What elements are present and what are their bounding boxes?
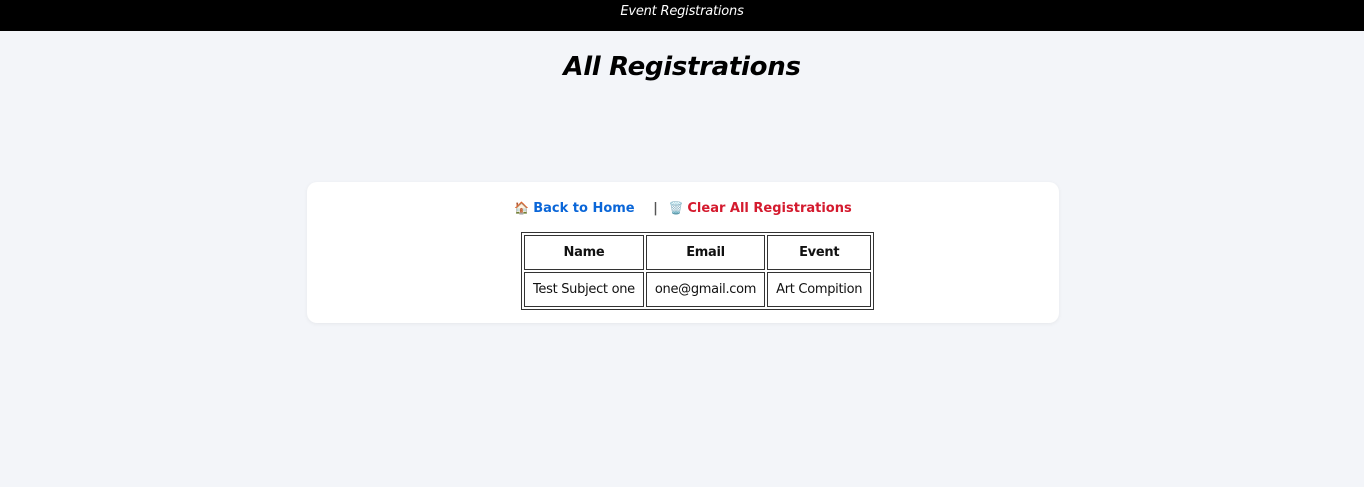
column-header-name: Name — [524, 235, 644, 270]
cell-email: one@gmail.com — [645, 272, 766, 307]
registrations-card: 🏠 Back to Home | 🗑️ Clear All Registration… — [307, 182, 1059, 323]
action-links: 🏠 Back to Home | 🗑️ Clear All Registration… — [307, 199, 1059, 218]
cell-name: Test Subject one — [524, 272, 644, 307]
clear-registrations-link[interactable]: 🗑️ Clear All Registrations — [668, 201, 851, 216]
table-header-row: Name Email Event — [524, 235, 872, 270]
house-icon: 🏠 — [514, 201, 530, 215]
column-header-email: Email — [645, 235, 766, 270]
top-bar: Event Registrations — [0, 0, 1364, 31]
table-row: Test Subject one one@gmail.com Art Compi… — [524, 272, 872, 307]
back-to-home-label: Back to Home — [533, 201, 635, 216]
column-header-event: Event — [767, 235, 872, 270]
clear-registrations-label: Clear All Registrations — [687, 201, 852, 216]
trash-icon: 🗑️ — [668, 201, 684, 215]
link-separator: | — [653, 201, 658, 216]
page-title: All Registrations — [563, 52, 801, 82]
registrations-table: Name Email Event Test Subject one one@gm… — [521, 232, 875, 310]
back-to-home-link[interactable]: 🏠 Back to Home — [514, 201, 639, 216]
app-title: Event Registrations — [620, 4, 744, 19]
cell-event: Art Compition — [767, 272, 872, 307]
